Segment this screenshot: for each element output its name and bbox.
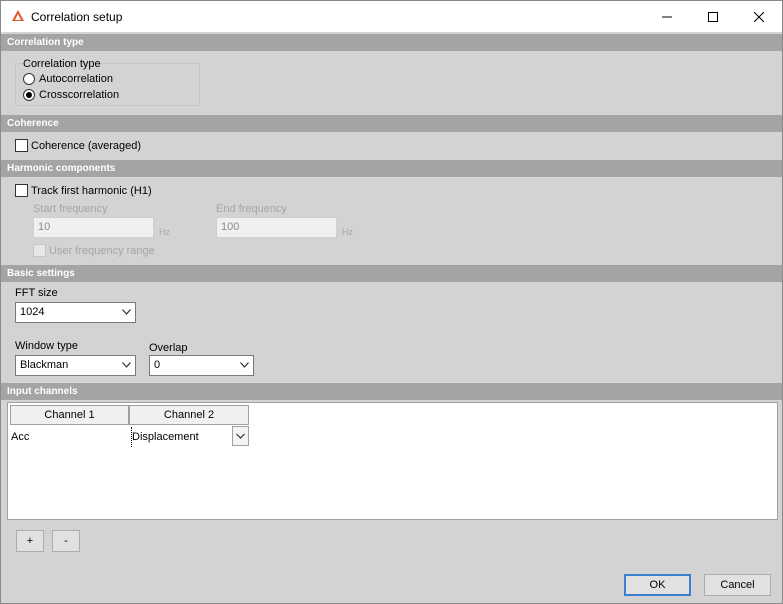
chevron-down-icon [122,362,131,368]
section-header-coherence: Coherence [1,115,782,132]
end-frequency-label: End frequency [216,203,287,215]
window-type-select[interactable]: Blackman [15,355,136,376]
maximize-icon [708,11,718,22]
autocorrelation-label[interactable]: Autocorrelation [39,73,113,85]
section-header-harmonic-components: Harmonic components [1,160,782,177]
coherence-label[interactable]: Coherence (averaged) [31,140,141,152]
crosscorrelation-label[interactable]: Crosscorrelation [39,89,119,101]
section-header-basic-settings: Basic settings [1,265,782,282]
fft-size-value: 1024 [20,306,45,318]
column-header-channel-1[interactable]: Channel 1 [10,405,129,425]
user-frequency-range-checkbox[interactable] [33,244,46,257]
fft-size-label: FFT size [15,287,58,299]
overlap-label: Overlap [149,342,188,354]
crosscorrelation-radio[interactable] [23,89,35,101]
ok-button[interactable]: OK [624,574,691,596]
correlation-type-group-label: Correlation type [23,58,101,70]
chevron-down-icon [236,433,245,439]
autocorrelation-radio[interactable] [23,73,35,85]
channel-2-dropdown-button[interactable] [232,426,249,446]
start-frequency-input[interactable]: 10 [33,217,154,238]
chevron-down-icon [122,309,131,315]
section-header-input-channels: Input channels [1,383,782,400]
close-button[interactable] [736,1,782,32]
section-header-correlation-type: Correlation type [1,34,782,51]
minimize-icon [662,16,672,17]
table-cell-channel-1[interactable]: Acc [11,427,129,447]
start-frequency-label: Start frequency [33,203,108,215]
table-cell-channel-2[interactable]: Displacement [131,427,231,447]
end-frequency-input[interactable]: 100 [216,217,337,238]
window-title: Correlation setup [31,10,123,24]
remove-row-button[interactable]: - [52,530,80,552]
track-first-harmonic-checkbox[interactable] [15,184,28,197]
correlation-setup-dialog: Correlation setup Correlation type Corre… [0,0,783,604]
column-header-channel-2[interactable]: Channel 2 [129,405,249,425]
cancel-button[interactable]: Cancel [704,574,771,596]
window-type-label: Window type [15,340,78,352]
start-frequency-unit: Hz [159,227,170,237]
track-first-harmonic-label[interactable]: Track first harmonic (H1) [31,185,152,197]
coherence-checkbox[interactable] [15,139,28,152]
input-channels-table[interactable]: Channel 1 Channel 2 Acc Displacement [7,402,778,520]
minimize-button[interactable] [644,1,690,32]
chevron-down-icon [240,362,249,368]
overlap-value: 0 [154,359,161,371]
fft-size-select[interactable]: 1024 [15,302,136,323]
window-type-value: Blackman [20,359,69,371]
end-frequency-unit: Hz [342,227,353,237]
add-row-button[interactable]: + [16,530,44,552]
title-bar[interactable]: Correlation setup [1,1,782,32]
maximize-button[interactable] [690,1,736,32]
app-logo-icon [12,10,24,21]
overlap-select[interactable]: 0 [149,355,254,376]
user-frequency-range-label[interactable]: User frequency range [49,245,155,257]
close-icon [754,11,764,22]
